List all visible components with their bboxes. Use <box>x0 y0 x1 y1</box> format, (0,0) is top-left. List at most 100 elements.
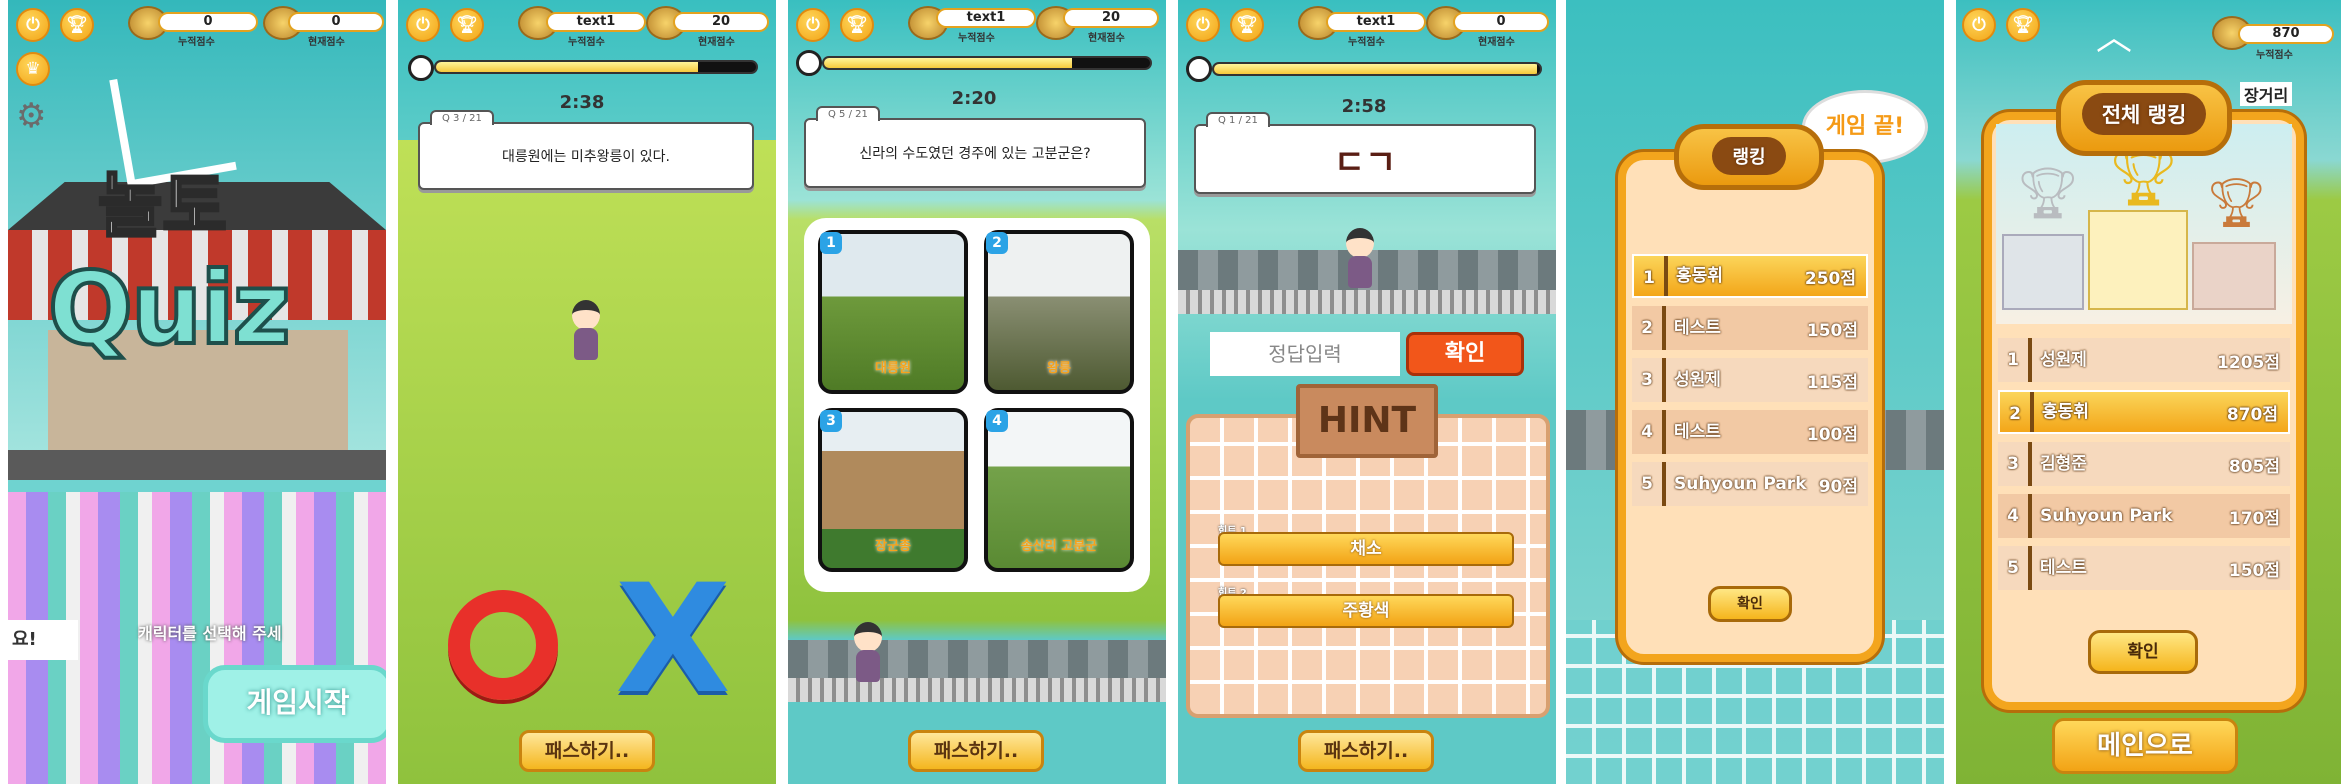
hint-2[interactable]: 주황색 <box>1218 594 1514 628</box>
choice-3-number: 3 <box>820 410 842 432</box>
rank-points: 170점 <box>2228 508 2280 529</box>
rank-row-3: 3 김형준 805점 <box>1998 442 2290 486</box>
ok-button[interactable]: 확인 <box>2088 630 2198 674</box>
total-ranking-title-text: 전체 랭킹 <box>2081 93 2207 135</box>
confirm-button[interactable]: 확인 <box>1406 332 1524 376</box>
trophy-button[interactable]: 🏆︎ <box>60 8 94 42</box>
gear-icon[interactable]: ⚙ <box>16 96 46 136</box>
chevron-up-icon[interactable]: ︿ <box>2096 20 2132 56</box>
rank-points: 1205점 <box>2217 352 2280 373</box>
crown-button[interactable]: ♛ <box>16 52 50 86</box>
timer-icon <box>408 55 434 81</box>
current-score-label: 현재점수 <box>698 37 735 48</box>
current-score-value: 20 <box>1063 8 1159 28</box>
image-quiz-screen: ⏻ 🏆︎ text1 누적점수 20 현재점수 2:20 Q 5 / 21 신라… <box>788 0 1166 784</box>
choice-4[interactable]: 4 송산리 고분군 <box>984 408 1134 572</box>
choice-3[interactable]: 3 장군총 <box>818 408 968 572</box>
choice-1-label: 대릉원 <box>875 361 911 376</box>
ranking-screen: 게임 끝! 1 홍동휘 250점 2 테스트 150점 3 성원제 115점 4… <box>1566 0 1944 784</box>
hint-panel <box>1186 414 1550 718</box>
question-text: 대릉원에는 미추왕릉이 있다. <box>502 149 670 165</box>
power-button[interactable]: ⏻ <box>406 8 440 42</box>
trophy-button[interactable]: 🏆︎ <box>1230 8 1264 42</box>
question-text: ㄷㄱ <box>1333 142 1397 183</box>
rank-points: 250점 <box>1804 268 1856 289</box>
rank-points: 90점 <box>1818 476 1858 497</box>
rank-number: 2 <box>2000 392 2034 432</box>
palace-step <box>8 450 386 480</box>
ox-quiz-screen: ⏻ 🏆︎ text1 누적점수 20 현재점수 2:38 Q 3 / 21 대릉… <box>398 0 776 784</box>
choice-2-label: 왕릉 <box>1047 361 1071 376</box>
choice-2[interactable]: 2 왕릉 <box>984 230 1134 394</box>
ranking-panel: 1 홍동휘 250점 2 테스트 150점 3 성원제 115점 4 테스트 1… <box>1618 152 1882 662</box>
rank-number: 4 <box>1998 494 2032 538</box>
question-text: 신라의 수도였던 경주에 있는 고분군은? <box>859 146 1091 162</box>
ranking-title: 랭킹 <box>1674 124 1824 190</box>
choice-4-label: 송산리 고분군 <box>1020 539 1098 554</box>
pass-button[interactable]: 패스하기.. <box>519 730 655 772</box>
rank-points: 150점 <box>2228 560 2280 581</box>
pass-button[interactable]: 패스하기.. <box>908 730 1044 772</box>
trophy-button[interactable]: 🏆︎ <box>840 8 874 42</box>
answer-x-button[interactable]: X <box>608 565 738 715</box>
timer-text: 2:58 <box>1341 96 1387 117</box>
total-score-label: 누적점수 <box>958 33 995 44</box>
hint-title: HINT <box>1296 384 1438 458</box>
rank-number: 4 <box>1632 410 1666 454</box>
ok-button[interactable]: 확인 <box>1708 586 1792 622</box>
title-screen: ⏻ 🏆︎ 0 누적점수 0 현재점수 ♛ ⚙ 놀토 Quiz 요! 캐릭터를 선… <box>8 0 386 784</box>
rank-row-4: 4 Suhyoun Park 170점 <box>1998 494 2290 538</box>
rank-name: 홍동휘 <box>2042 402 2089 422</box>
trophy-button[interactable]: 🏆︎ <box>450 8 484 42</box>
rank-number: 1 <box>1998 338 2032 382</box>
rank-row-4: 4 테스트 100점 <box>1632 410 1868 454</box>
rank-name: 성원제 <box>1674 370 1721 390</box>
wall-background <box>1178 290 1556 314</box>
total-ranking-panel: 🏆︎ 🏆︎ 🏆︎ 1 성원제 1205점 2 홍동휘 870점 3 김형준 80… <box>1984 112 2304 710</box>
silver-trophy-icon: 🏆︎ <box>2016 164 2080 222</box>
power-button[interactable]: ⏻ <box>1962 8 1996 42</box>
answer-o-button[interactable] <box>448 590 558 700</box>
total-score-label: 누적점수 <box>568 37 605 48</box>
player-character <box>566 300 606 364</box>
hint-1[interactable]: 채소 <box>1218 532 1514 566</box>
rank-points: 100점 <box>1806 424 1858 445</box>
rank-number: 1 <box>1634 256 1668 296</box>
timer-text: 2:20 <box>951 88 997 109</box>
answer-input[interactable]: 정답입력 <box>1210 332 1400 376</box>
rank-points: 805점 <box>2228 456 2280 477</box>
total-score-value: 870 <box>2238 24 2334 44</box>
question-number: Q 1 / 21 <box>1206 112 1270 127</box>
power-button[interactable]: ⏻ <box>16 8 50 42</box>
rank-row-5: 5 Suhyoun Park 90점 <box>1632 462 1868 506</box>
question-card: Q 3 / 21 대릉원에는 미추왕릉이 있다. <box>418 110 754 190</box>
rank-name: 김형준 <box>2040 454 2087 474</box>
pass-button[interactable]: 패스하기.. <box>1298 730 1434 772</box>
question-number: Q 3 / 21 <box>430 110 494 125</box>
rank-row-1: 1 홍동휘 250점 <box>1632 254 1868 298</box>
logo-title-quiz: Quiz <box>46 248 293 369</box>
trophy-button[interactable]: 🏆︎ <box>2006 8 2040 42</box>
current-score-value: 0 <box>1453 12 1549 32</box>
timer-fill <box>436 62 699 72</box>
rank-name: 테스트 <box>1674 318 1721 338</box>
timer-bar <box>434 60 758 74</box>
timer-text: 2:38 <box>559 92 605 113</box>
rank-number: 3 <box>1632 358 1666 402</box>
choice-1[interactable]: 1 대릉원 <box>818 230 968 394</box>
player-character <box>848 622 888 686</box>
main-menu-button[interactable]: 메인으로 <box>2052 718 2238 774</box>
power-button[interactable]: ⏻ <box>1186 8 1220 42</box>
timer-bar <box>1212 62 1542 76</box>
choice-panel: 1 대릉원 2 왕릉 3 장군총 4 송산리 고분군 <box>804 218 1150 592</box>
total-ranking-screen: ⏻ 🏆︎ ︿ 870 누적점수 장거리 🏆︎ 🏆︎ 🏆︎ 1 성원제 1205점… <box>1956 0 2341 784</box>
palace-background <box>788 640 1166 680</box>
start-game-button[interactable]: 게임시작 <box>203 665 386 743</box>
timer-bar <box>822 56 1152 70</box>
side-label: 장거리 <box>2240 82 2293 106</box>
power-button[interactable]: ⏻ <box>796 8 830 42</box>
player-name: text1 <box>1326 12 1426 32</box>
player-name: text1 <box>546 12 646 32</box>
choice-1-number: 1 <box>820 232 842 254</box>
player-character <box>1340 228 1380 292</box>
